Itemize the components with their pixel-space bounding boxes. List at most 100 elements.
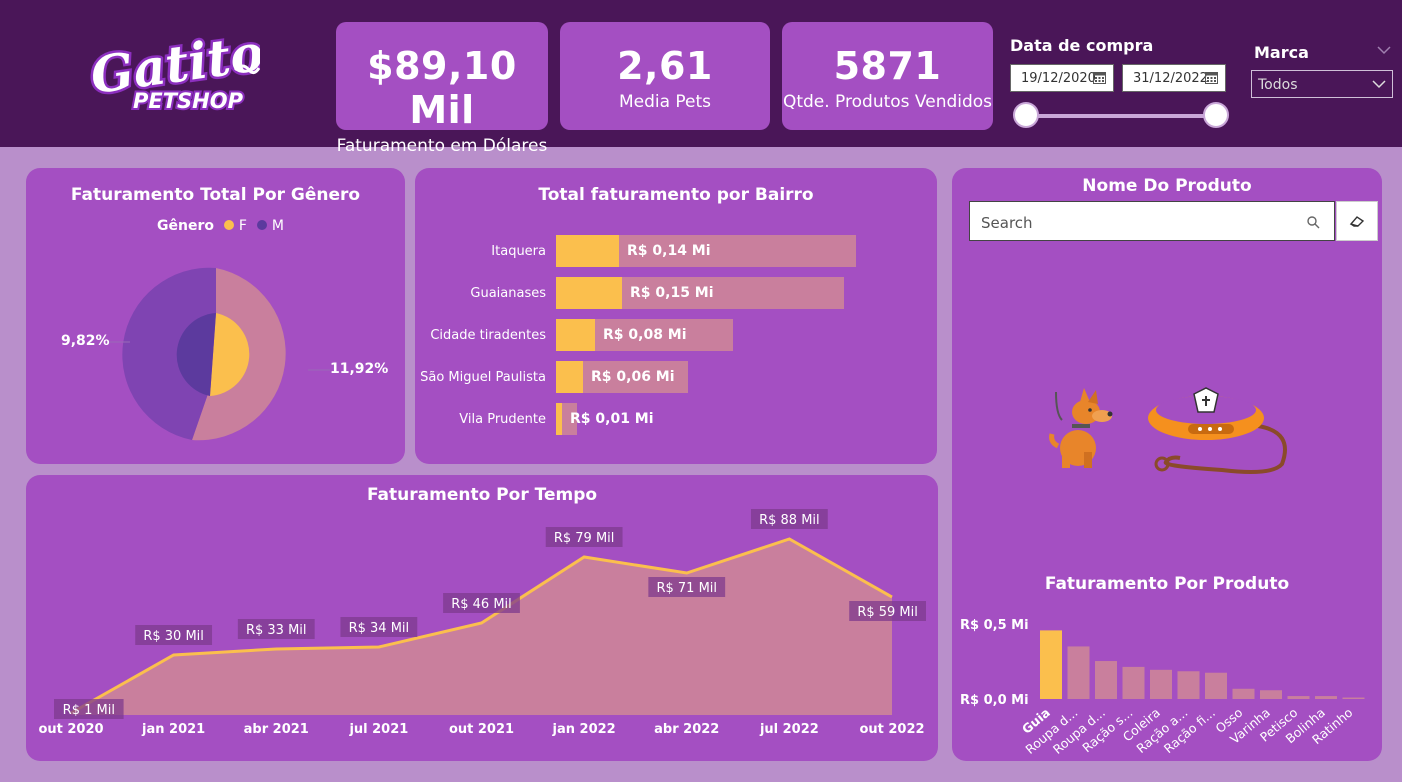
time-revenue-panel: Faturamento Por Tempo R$ 1 Mil R$ 30 Mil R… (26, 475, 938, 761)
end-date-input[interactable]: 31/12/2022 (1122, 64, 1226, 92)
bairro-chart-title: Total faturamento por Bairro (538, 185, 814, 205)
start-date-input[interactable]: 19/12/2020 (1010, 64, 1114, 92)
svg-text:R$ 30 Mil: R$ 30 Mil (143, 629, 204, 644)
x-tick-label: out 2021 (449, 722, 514, 737)
product-bar (1067, 646, 1090, 699)
svg-text:R$ 1 Mil: R$ 1 Mil (63, 703, 115, 718)
bairro-bar-female[interactable] (556, 277, 622, 309)
svg-text:R$ 71 Mil: R$ 71 Mil (656, 581, 717, 596)
bairro-bar-value: R$ 0,01 Mi (570, 411, 654, 427)
bairro-label: São Miguel Paulista (420, 370, 546, 385)
product-bar-chart: R$ 0,5 MiR$ 0,0 MiGuiaRoupa d...Roupa d.… (960, 618, 1365, 757)
gatito-petshop-logo: Gatito PETSHOP (85, 22, 260, 115)
svg-text:R$ 34 Mil: R$ 34 Mil (349, 621, 410, 636)
calendar-icon[interactable] (1205, 71, 1218, 84)
bairro-bar-total[interactable]: R$ 0,01 Mi (556, 403, 654, 435)
kpi-card-media-pets: 2,61 Media Pets (560, 22, 770, 130)
bairro-bar-total[interactable]: R$ 0,08 Mi (556, 319, 733, 351)
bairro-bar-value: R$ 0,08 Mi (603, 327, 687, 343)
product-bar (1040, 630, 1062, 699)
kpi-label: Faturamento em Dólares (336, 136, 548, 156)
product-bar (1232, 688, 1255, 699)
time-data-label: R$ 88 Mil (750, 509, 828, 529)
product-bar (1315, 696, 1337, 699)
time-data-label: R$ 79 Mil (545, 527, 623, 547)
bairro-bar-female[interactable] (556, 235, 619, 267)
x-tick-label: abr 2022 (654, 722, 719, 737)
bairro-bar-female[interactable] (556, 319, 595, 351)
time-data-label: R$ 59 Mil (849, 601, 926, 621)
date-filter-label: Data de compra (1010, 36, 1154, 55)
x-tick-label: jul 2021 (348, 722, 408, 737)
calendar-icon[interactable] (1093, 71, 1106, 84)
time-data-label: R$ 1 Mil (54, 699, 124, 719)
bairro-label: Vila Prudente (459, 412, 546, 427)
product-bar (1150, 669, 1172, 699)
bairro-bar-value: R$ 0,06 Mi (591, 369, 675, 385)
product-bar (1122, 666, 1145, 699)
y-tick-label: R$ 0,0 Mi (960, 693, 1029, 708)
search-placeholder: Search (981, 214, 1033, 232)
kpi-card-revenue-usd: $89,10 Mil Faturamento em Dólares (336, 22, 548, 156)
brand-dropdown-value: Todos (1258, 77, 1298, 93)
product-bar (1260, 690, 1282, 699)
x-tick-label: jan 2021 (141, 722, 205, 737)
time-data-label: R$ 34 Mil (340, 617, 418, 637)
product-bar (1342, 697, 1365, 699)
slider-handle-start[interactable] (1013, 102, 1039, 128)
kpi-value: $89,10 Mil (367, 44, 517, 132)
clear-selection-button[interactable] (1336, 201, 1378, 241)
logo-text-sub: PETSHOP (133, 89, 244, 113)
svg-text:R$ 79 Mil: R$ 79 Mil (554, 531, 615, 546)
bairro-bar-value: R$ 0,14 Mi (627, 243, 711, 259)
brand-filter-label: Marca (1254, 43, 1309, 62)
bairro-bar-value: R$ 0,15 Mi (630, 285, 714, 301)
start-date-value: 19/12/2020 (1021, 71, 1096, 86)
bairro-bar-female[interactable] (556, 403, 562, 435)
bairro-label: Guaianases (470, 286, 546, 301)
gender-label-male: 9,82% (61, 333, 110, 349)
svg-text:R$ 88 Mil: R$ 88 Mil (759, 513, 820, 528)
gender-label-female: 11,92% (330, 361, 389, 377)
bairro-label: Itaquera (491, 244, 546, 259)
gender-donut-chart (108, 267, 330, 441)
chevron-down-icon (1372, 80, 1386, 89)
kpi-card-products-sold: 5871 Qtde. Produtos Vendidos (782, 22, 993, 130)
x-tick-label: out 2022 (859, 722, 924, 737)
time-data-label: R$ 71 Mil (648, 577, 726, 597)
x-tick-label: abr 2021 (244, 722, 309, 737)
time-area-chart: R$ 1 Mil R$ 30 Mil R$ 33 Mil R$ 34 Mil R$ 46… (38, 509, 926, 737)
kpi-value: 2,61 (617, 44, 713, 88)
chevron-down-icon[interactable] (1377, 45, 1391, 55)
time-data-label: R$ 33 Mil (237, 619, 315, 639)
kpi-label: Media Pets (618, 92, 712, 112)
x-tick-label: out 2020 (38, 722, 103, 737)
bairro-revenue-panel: Total faturamento por Bairro Itaquera R$ … (415, 168, 937, 464)
svg-text:R$ 33 Mil: R$ 33 Mil (246, 623, 307, 638)
x-tick-label: jul 2022 (759, 722, 819, 737)
bairro-bar-total[interactable]: R$ 0,14 Mi (556, 235, 856, 267)
x-tick-label: jan 2022 (552, 722, 616, 737)
product-bar (1177, 671, 1200, 699)
kpi-value: 5871 (833, 44, 942, 88)
brand-dropdown[interactable]: Todos (1251, 70, 1393, 98)
date-range-slider[interactable] (1026, 114, 1217, 118)
bairro-bar-total[interactable]: R$ 0,15 Mi (556, 277, 844, 309)
product-bar (1205, 672, 1227, 699)
kpi-label: Qtde. Produtos Vendidos (782, 92, 993, 112)
product-search-input[interactable]: Search (969, 201, 1335, 241)
time-data-label: R$ 30 Mil (135, 625, 213, 645)
product-bar (1287, 696, 1310, 699)
bairro-label: Cidade tiradentes (430, 328, 546, 343)
search-icon[interactable] (1307, 216, 1320, 229)
time-data-label: R$ 46 Mil (443, 593, 520, 613)
product-bar (1095, 661, 1117, 699)
bairro-bar-female[interactable] (556, 361, 583, 393)
end-date-value: 31/12/2022 (1133, 71, 1208, 86)
gender-revenue-panel: Faturamento Total Por Gênero Gênero F M … (26, 168, 405, 464)
svg-text:R$ 59 Mil: R$ 59 Mil (857, 605, 918, 620)
eraser-icon (1349, 216, 1365, 227)
bairro-bar-total[interactable]: R$ 0,06 Mi (556, 361, 688, 393)
y-tick-label: R$ 0,5 Mi (960, 618, 1029, 633)
slider-handle-end[interactable] (1203, 102, 1229, 128)
